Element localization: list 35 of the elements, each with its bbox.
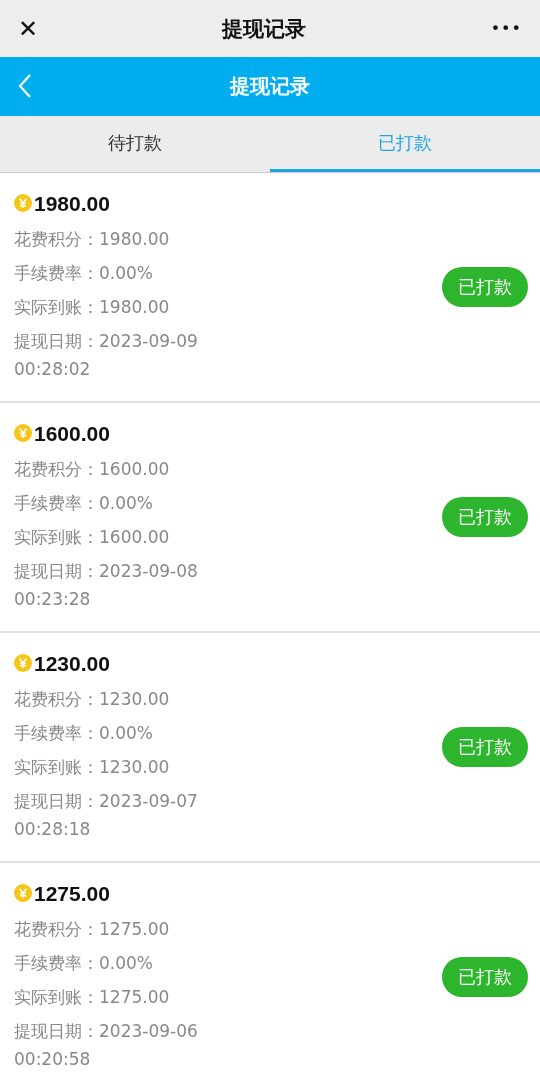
tab[interactable]: 待打款	[0, 116, 270, 172]
record-detail: 手续费率：0.00%	[14, 721, 153, 745]
status-button[interactable]: 已打款	[442, 497, 528, 537]
amount: 1275.00	[34, 881, 110, 906]
record-detail: 实际到账：1600.00	[14, 525, 170, 549]
yuan-coin-icon	[14, 193, 32, 212]
record-detail: 花费积分：1600.00	[14, 457, 170, 481]
close-button[interactable]: ✕	[12, 10, 45, 47]
record-detail: 手续费率：0.00%	[14, 951, 153, 975]
record-detail: 提现日期：2023-09-09 00:28:02	[14, 329, 199, 381]
amount: 1980.00	[34, 191, 110, 216]
record-detail: 实际到账：1230.00	[14, 755, 170, 779]
header-title: 提现记录	[230, 73, 310, 100]
page-title: 提现记录	[222, 15, 307, 43]
record-detail: 提现日期：2023-09-08 00:23:28	[14, 559, 199, 611]
back-icon[interactable]	[18, 73, 32, 99]
yuan-coin-icon	[14, 653, 32, 672]
status-button[interactable]: 已打款	[442, 267, 528, 307]
record-detail: 实际到账：1980.00	[14, 295, 170, 319]
record-detail: 提现日期：2023-09-06 00:20:58	[14, 1019, 199, 1071]
record-detail: 花费积分：1275.00	[14, 917, 170, 941]
amount: 1230.00	[34, 651, 110, 676]
yuan-coin-icon	[14, 423, 32, 442]
record-detail: 手续费率：0.00%	[14, 261, 153, 285]
status-button[interactable]: 已打款	[442, 957, 528, 997]
record-detail: 花费积分：1980.00	[14, 227, 170, 251]
record-detail: 实际到账：1275.00	[14, 985, 170, 1009]
record-detail: 花费积分：1230.00	[14, 687, 170, 711]
status-button[interactable]: 已打款	[442, 727, 528, 767]
amount: 1600.00	[34, 421, 110, 446]
tab[interactable]: 已打款	[270, 116, 540, 172]
record-detail: 提现日期：2023-09-07 00:28:18	[14, 789, 199, 841]
more-button[interactable]: •••	[484, 15, 528, 42]
yuan-coin-icon	[14, 883, 32, 902]
record-detail: 手续费率：0.00%	[14, 491, 153, 515]
